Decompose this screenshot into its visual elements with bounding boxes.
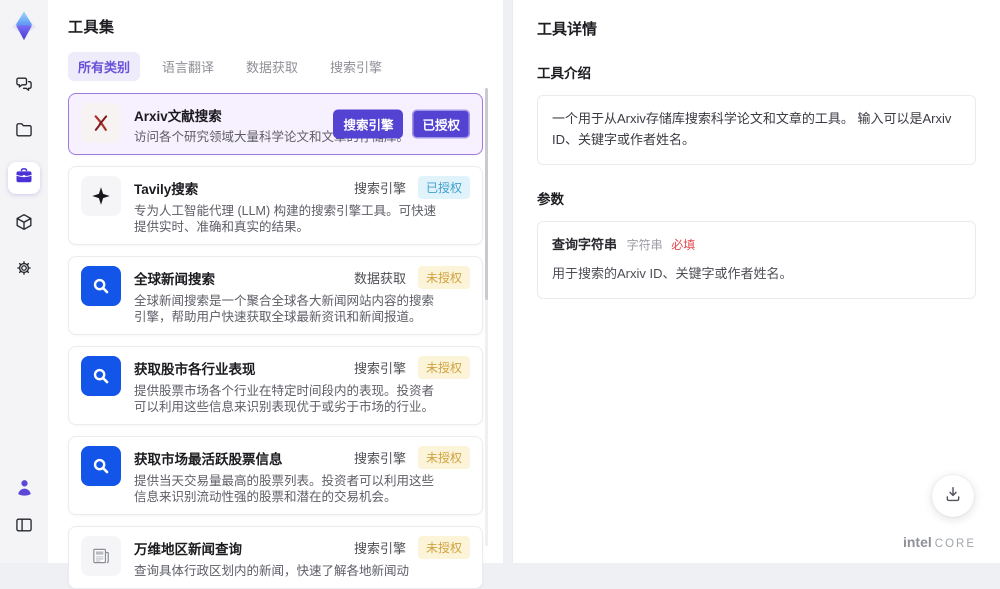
app-logo bbox=[6, 8, 42, 44]
core-label: core bbox=[934, 538, 976, 550]
tool-description: 全球新闻搜索是一个聚合全球各大新闻网站内容的搜索引擎，帮助用户快速获取全球最新资… bbox=[134, 294, 435, 324]
download-button[interactable] bbox=[932, 475, 974, 517]
settings-gear-icon bbox=[14, 258, 34, 283]
param-type: 字符串 bbox=[626, 237, 663, 252]
intel-core-logo: intel core bbox=[903, 534, 976, 550]
tool-card[interactable]: 全球新闻搜索 数据获取 未授权 全球新闻搜索是一个聚合全球各大新闻网站内容的搜索… bbox=[68, 256, 483, 335]
tool-title: 全球新闻搜索 bbox=[134, 272, 215, 287]
tool-description: 专为人工智能代理 (LLM) 构建的搜索引擎工具。可快速提供实时、准确和真实的结… bbox=[134, 204, 437, 234]
category-tabs: 所有类别 语言翻译 数据获取 搜索引擎 bbox=[68, 52, 483, 81]
intel-label: intel bbox=[902, 534, 932, 550]
tab-3[interactable]: 搜索引擎 bbox=[320, 52, 392, 81]
search-icon bbox=[81, 356, 121, 396]
tool-card[interactable]: Tavily搜索 搜索引擎 已授权 专为人工智能代理 (LLM) 构建的搜索引擎… bbox=[68, 166, 483, 245]
param-name: 查询字符串 bbox=[552, 236, 618, 252]
tool-category-badge: 搜索引擎 bbox=[333, 109, 404, 139]
search-icon bbox=[81, 446, 121, 486]
panel-toggle-icon bbox=[14, 515, 34, 540]
tool-category-badge: 搜索引擎 bbox=[353, 181, 406, 196]
tool-description: 提供股票市场各个行业在特定时间段内的表现。投资者可以利用这些信息来识别表现优于或… bbox=[134, 384, 435, 414]
tool-auth-badge[interactable]: 已授权 bbox=[417, 176, 470, 199]
sidebar-item-settings[interactable] bbox=[8, 254, 40, 286]
page-title: 工具集 bbox=[68, 19, 115, 36]
tool-list: Arxiv文献搜索 搜索引擎 已授权 访问各个研究领域大量科学论文和文章的存储库… bbox=[68, 93, 483, 589]
tool-card[interactable]: 获取市场最活跃股票信息 搜索引擎 未授权 提供当天交易量最高的股票列表。投资者可… bbox=[68, 436, 483, 515]
tab-2[interactable]: 数据获取 bbox=[236, 52, 308, 81]
param-box: 查询字符串 字符串 必填 用于搜索的Arxiv ID、关键字或作者姓名。 bbox=[537, 220, 976, 300]
intro-heading: 工具介绍 bbox=[537, 66, 591, 81]
param-required-badge: 必填 bbox=[671, 237, 696, 252]
tool-card[interactable]: 获取股市各行业表现 搜索引擎 未授权 提供股票市场各个行业在特定时间段内的表现。… bbox=[68, 346, 483, 425]
tool-title: Arxiv文献搜索 bbox=[134, 109, 222, 124]
tool-category-badge: 搜索引擎 bbox=[353, 361, 406, 376]
tool-title: 获取市场最活跃股票信息 bbox=[134, 452, 283, 467]
tool-auth-badge[interactable]: 未授权 bbox=[417, 446, 470, 469]
news-icon bbox=[81, 536, 121, 576]
list-scrollbar[interactable] bbox=[485, 88, 488, 546]
tab-1[interactable]: 语言翻译 bbox=[152, 52, 224, 81]
tab-0[interactable]: 所有类别 bbox=[68, 52, 141, 81]
tool-title: 万维地区新闻查询 bbox=[134, 542, 242, 557]
tool-description: 提供当天交易量最高的股票列表。投资者可以利用这些信息来识别流动性强的股票和潜在的… bbox=[134, 474, 435, 504]
param-description: 用于搜索的Arxiv ID、关键字或作者姓名。 bbox=[552, 266, 793, 282]
chat-icon bbox=[14, 74, 34, 99]
sidebar-item-collapse[interactable] bbox=[8, 511, 40, 543]
params-heading: 参数 bbox=[537, 191, 564, 207]
tool-category-badge: 数据获取 bbox=[353, 271, 406, 286]
toolbox-icon bbox=[14, 166, 34, 191]
arxiv-icon bbox=[81, 103, 121, 143]
param-header: 查询字符串 字符串 必填 bbox=[552, 235, 961, 256]
tool-category-badge: 搜索引擎 bbox=[353, 541, 406, 556]
tool-card[interactable]: 万维地区新闻查询 搜索引擎 未授权 查询具体行政区划内的新闻，快速了解各地新闻动 bbox=[68, 526, 483, 589]
download-icon bbox=[943, 484, 963, 509]
intro-text: 一个用于从Arxiv存储库搜索科学论文和文章的工具。 输入可以是Arxiv ID… bbox=[552, 111, 952, 147]
tool-title: Tavily搜索 bbox=[134, 182, 199, 197]
folder-icon bbox=[14, 120, 34, 145]
list-scrollbar-thumb[interactable] bbox=[485, 88, 488, 300]
sidebar-item-chat[interactable] bbox=[8, 70, 40, 102]
tool-auth-badge[interactable]: 未授权 bbox=[417, 536, 470, 559]
toolset-panel: 工具集 所有类别 语言翻译 数据获取 搜索引擎 Arxiv文献搜索 搜索引擎 已授权 … bbox=[48, 0, 503, 589]
sidebar-item-packages[interactable] bbox=[8, 208, 40, 240]
tool-title: 获取股市各行业表现 bbox=[134, 362, 256, 377]
sidebar-item-account[interactable] bbox=[8, 474, 40, 506]
tool-category-badge: 搜索引擎 bbox=[353, 451, 406, 466]
sidebar-item-toolbox[interactable] bbox=[8, 162, 40, 194]
sidebar-item-files[interactable] bbox=[8, 116, 40, 148]
tool-auth-badge[interactable]: 已授权 bbox=[412, 109, 470, 139]
tavily-star-icon bbox=[81, 176, 121, 216]
app-sidebar bbox=[0, 0, 48, 563]
tool-auth-badge[interactable]: 未授权 bbox=[417, 356, 470, 379]
tool-detail-panel: 工具详情 工具介绍 一个用于从Arxiv存储库搜索科学论文和文章的工具。 输入可… bbox=[512, 0, 1000, 563]
search-icon bbox=[81, 266, 121, 306]
intro-box: 一个用于从Arxiv存储库搜索科学论文和文章的工具。 输入可以是Arxiv ID… bbox=[537, 95, 976, 165]
user-icon bbox=[14, 477, 35, 503]
tool-card[interactable]: Arxiv文献搜索 搜索引擎 已授权 访问各个研究领域大量科学论文和文章的存储库… bbox=[68, 93, 483, 155]
tool-auth-badge[interactable]: 未授权 bbox=[417, 266, 470, 289]
tool-description: 查询具体行政区划内的新闻，快速了解各地新闻动 bbox=[134, 564, 410, 578]
package-icon bbox=[14, 212, 34, 237]
detail-title: 工具详情 bbox=[537, 21, 598, 38]
